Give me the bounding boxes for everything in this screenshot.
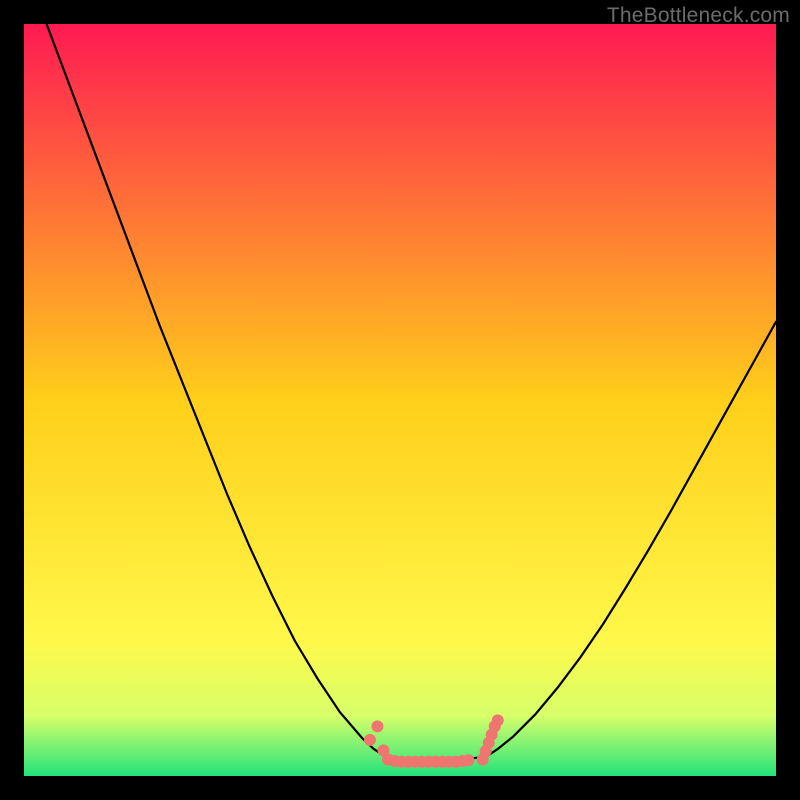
left-marker-2 (371, 720, 383, 732)
bottleneck-chart (24, 24, 776, 776)
watermark-text: TheBottleneck.com (607, 4, 790, 28)
right-marker-6 (492, 714, 504, 726)
left-marker-16 (462, 754, 474, 766)
left-marker-1 (364, 734, 376, 746)
gradient-background (24, 24, 776, 776)
chart-frame (24, 24, 776, 776)
